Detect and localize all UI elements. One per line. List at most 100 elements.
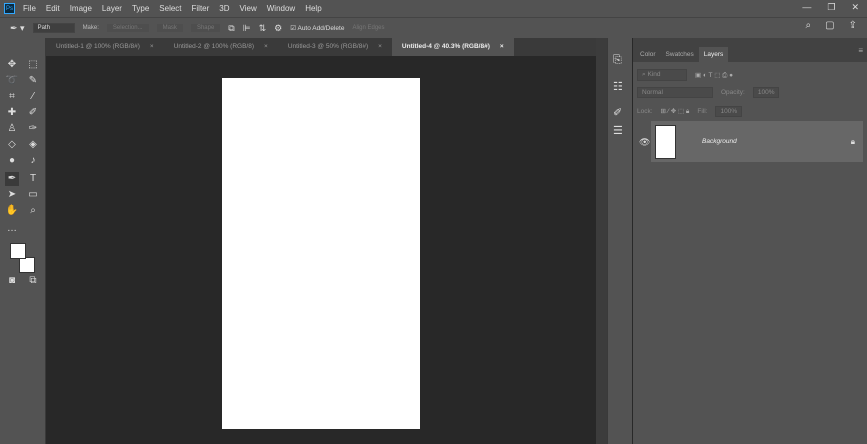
layers-panel: Color Swatches Layers ≡ ⌕ Kind ▣ ◐ T ⬚ ⎙… <box>633 38 867 444</box>
menu-window[interactable]: Window <box>267 4 295 13</box>
path-operations-icon[interactable]: ⧉ <box>228 23 234 34</box>
eye-icon[interactable]: 👁︎ <box>639 137 650 148</box>
window-controls: — ❐ ✕ <box>802 2 859 13</box>
kind-label: Kind <box>647 71 661 78</box>
panel-icon-dock: ⎘ ☷ ✐ ☰ <box>607 38 632 444</box>
crop-tool-icon[interactable]: ⌗ <box>5 90 19 104</box>
tab-layers[interactable]: Layers <box>698 47 729 62</box>
lasso-tool-icon[interactable]: ➰ <box>5 74 19 88</box>
mode-select[interactable]: Path <box>32 23 75 33</box>
more-tools-icon[interactable]: … <box>5 222 19 236</box>
close-icon[interactable]: × <box>150 43 154 51</box>
selection-button[interactable]: Selection... <box>106 24 149 32</box>
quick-select-tool-icon[interactable]: ✎ <box>26 74 40 88</box>
menu-bar: Ps File Edit Image Layer Type Select Fil… <box>0 0 867 17</box>
screen-mode-icon[interactable]: ⧉ <box>26 274 40 288</box>
filter-row: ⌕ Kind ▣ ◐ T ⬚ ⎙ ● <box>637 69 733 81</box>
menu-type[interactable]: Type <box>132 4 149 13</box>
stamp-tool-icon[interactable]: ♙ <box>5 122 19 136</box>
workspace-icon[interactable]: ▢ <box>825 20 834 31</box>
menu-file[interactable]: File <box>23 4 36 13</box>
menu-select[interactable]: Select <box>159 4 181 13</box>
eraser-tool-icon[interactable]: ◇ <box>5 138 19 152</box>
minimize-icon[interactable]: — <box>802 2 811 13</box>
tab-untitled-2[interactable]: Untitled-2 @ 100% (RGB/8) × <box>164 38 278 56</box>
menu-help[interactable]: Help <box>305 4 321 13</box>
properties-panel-icon[interactable]: ☷ <box>613 80 623 93</box>
tab-label: Untitled-4 @ 40.3% (RGB/8#) <box>401 43 490 50</box>
options-bar: ✒ ▾ Path Make: Selection... Mask Shape ⧉… <box>0 17 867 38</box>
path-selection-icon[interactable]: ➤ <box>5 188 19 202</box>
quick-mask-icon[interactable]: ◙ <box>5 274 19 288</box>
eyedropper-tool-icon[interactable]: ⁄ <box>26 90 40 104</box>
gear-icon[interactable]: ⚙ <box>274 23 282 34</box>
brush-tool-icon[interactable]: ✐ <box>26 106 40 120</box>
opacity-input[interactable]: 100% <box>752 87 780 98</box>
lock-row: Lock: ⊞ ⁄ ✥ ⬚ 🔒︎ Fill: 100% <box>637 106 743 117</box>
lock-label: Lock: <box>637 108 653 115</box>
tab-label: Untitled-3 @ 50% (RGB/8#) <box>287 43 369 50</box>
menu-view[interactable]: View <box>240 4 257 13</box>
move-tool-icon[interactable]: ✥ <box>5 58 19 72</box>
vertical-scrollbar[interactable] <box>596 38 607 444</box>
history-brush-icon[interactable]: ✑ <box>26 122 40 136</box>
menu-edit[interactable]: Edit <box>46 4 60 13</box>
opacity-label: Opacity: <box>721 89 745 96</box>
zoom-tool-icon[interactable]: ⌕ <box>26 204 40 218</box>
align-edges-checkbox[interactable]: Align Edges <box>352 25 384 31</box>
blend-row: Normal Opacity: 100% <box>637 87 780 98</box>
close-icon[interactable]: × <box>378 43 382 51</box>
layer-row[interactable]: Background 🔒︎ <box>651 121 863 162</box>
path-arrangement-icon[interactable]: ⇅ <box>259 23 267 34</box>
close-icon[interactable]: × <box>500 43 504 51</box>
foreground-color-swatch[interactable] <box>10 243 26 259</box>
menu-layer[interactable]: Layer <box>102 4 122 13</box>
tab-color[interactable]: Color <box>635 47 661 62</box>
tools-panel: ✥ ⬚ ➰ ✎ ⌗ ⁄ ✚ ✐ ♙ ✑ ◇ ◈ ● ♪ ✒ T ➤ ▭ ✋ ⌕ … <box>0 38 46 444</box>
search-icon[interactable]: ⌕ <box>806 20 812 31</box>
lock-icons[interactable]: ⊞ ⁄ ✥ ⬚ 🔒︎ <box>661 107 690 116</box>
fill-label: Fill: <box>697 108 708 115</box>
healing-tool-icon[interactable]: ✚ <box>5 106 19 120</box>
marquee-tool-icon[interactable]: ⬚ <box>26 58 40 72</box>
tab-untitled-1[interactable]: Untitled-1 @ 100% (RGB/8#) × <box>46 38 164 56</box>
dodge-tool-icon[interactable]: ♪ <box>26 154 40 168</box>
photoshop-logo: Ps <box>4 3 15 14</box>
paint-bucket-icon[interactable]: ◈ <box>26 138 40 152</box>
close-icon[interactable]: ✕ <box>851 2 859 13</box>
mask-button[interactable]: Mask <box>156 24 183 32</box>
close-icon[interactable]: × <box>264 43 268 51</box>
adjustments-icon[interactable]: ☰ <box>613 124 623 137</box>
tab-untitled-3[interactable]: Untitled-3 @ 50% (RGB/8#) × <box>278 38 392 56</box>
menu-3d[interactable]: 3D <box>219 4 229 13</box>
menu-filter[interactable]: Filter <box>192 4 210 13</box>
filter-icons[interactable]: ▣ ◐ T ⬚ ⎙ ● <box>695 71 733 80</box>
type-tool-icon[interactable]: T <box>26 172 40 186</box>
blend-mode-select[interactable]: Normal <box>637 87 713 98</box>
restore-icon[interactable]: ❐ <box>827 2 835 13</box>
brush-settings-icon[interactable]: ✐ <box>613 106 622 119</box>
auto-add-delete-checkbox[interactable]: ☑ Auto Add/Delete <box>290 24 344 32</box>
rectangle-tool-icon[interactable]: ▭ <box>26 188 40 202</box>
pen-tool-preset-icon[interactable]: ✒ ▾ <box>10 23 25 34</box>
history-panel-icon[interactable]: ⎘ <box>613 54 622 67</box>
background-color-swatch[interactable] <box>19 257 35 273</box>
layer-name: Background <box>702 138 737 145</box>
fill-input[interactable]: 100% <box>715 106 743 117</box>
panel-menu-icon[interactable]: ≡ <box>858 46 863 55</box>
menu-image[interactable]: Image <box>70 4 92 13</box>
auto-add-label: Auto Add/Delete <box>297 25 345 32</box>
shape-button[interactable]: Shape <box>190 24 221 32</box>
tab-untitled-4[interactable]: Untitled-4 @ 40.3% (RGB/8#) × <box>391 38 514 56</box>
tab-label: Untitled-2 @ 100% (RGB/8) <box>173 43 255 50</box>
document-tabs: Untitled-1 @ 100% (RGB/8#) × Untitled-2 @… <box>46 38 596 56</box>
pen-tool-icon[interactable]: ✒ <box>5 172 19 186</box>
blur-tool-icon[interactable]: ● <box>5 154 19 168</box>
tab-label: Untitled-1 @ 100% (RGB/8#) <box>56 43 140 50</box>
path-alignment-icon[interactable]: ⊫ <box>243 23 251 34</box>
hand-tool-icon[interactable]: ✋ <box>5 204 19 218</box>
tab-swatches[interactable]: Swatches <box>661 47 699 62</box>
share-icon[interactable]: ⇪ <box>849 20 857 31</box>
filter-kind-select[interactable]: ⌕ Kind <box>637 69 687 81</box>
document-canvas[interactable] <box>222 78 420 429</box>
